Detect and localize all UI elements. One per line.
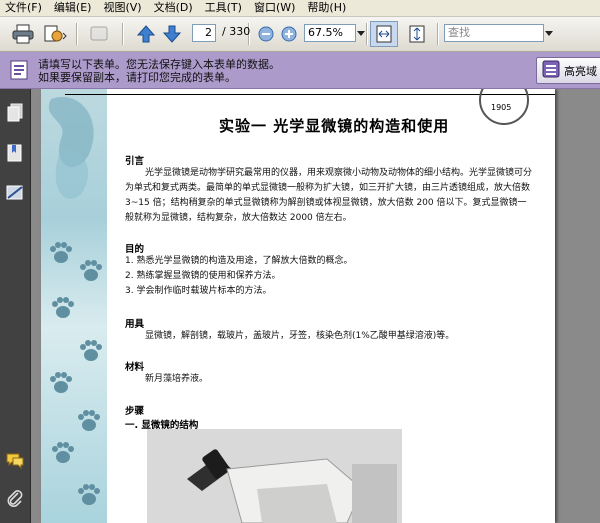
- search-input[interactable]: 查找: [444, 24, 544, 42]
- section-heading-tools: 用具: [125, 319, 145, 330]
- zoom-in-icon[interactable]: [279, 22, 299, 46]
- toolbar-separator: [76, 23, 78, 45]
- menu-document[interactable]: 文档(D): [149, 0, 200, 16]
- microscope-photo: [147, 429, 402, 523]
- decorative-pattern-icon: [48, 97, 94, 199]
- paw-print-icon: [50, 242, 72, 263]
- form-icon: [10, 60, 28, 83]
- goal-item: 2. 熟练掌握显微镜的使用和保养方法。: [125, 271, 281, 281]
- pages-panel-icon[interactable]: [5, 103, 25, 123]
- paw-print-icon: [80, 340, 102, 361]
- paw-print-icon: [78, 410, 100, 431]
- fit-page-icon[interactable]: [404, 22, 430, 46]
- collaborate-icon[interactable]: [42, 22, 70, 46]
- highlight-fields-label: 高亮域: [564, 64, 597, 78]
- menu-window[interactable]: 窗口(W): [249, 0, 302, 16]
- paw-print-icon: [80, 260, 102, 281]
- zoom-dropdown-icon[interactable]: [356, 22, 366, 46]
- left-navigation-panel: [0, 89, 31, 523]
- material-paragraph: 新月藻培养液。: [145, 374, 209, 384]
- menu-view[interactable]: 视图(V): [98, 0, 148, 16]
- zoom-input[interactable]: 67.5%: [304, 24, 356, 42]
- toolbar-separator: [122, 23, 124, 45]
- toolbar-separator: [366, 23, 368, 45]
- university-seal: 1905: [479, 89, 529, 125]
- attachments-panel-icon[interactable]: [5, 489, 25, 509]
- search-dropdown-icon[interactable]: [544, 22, 554, 46]
- paw-print-icon: [52, 297, 74, 318]
- decorative-border: [41, 89, 107, 523]
- paw-print-icon: [50, 372, 72, 393]
- section-heading-steps: 步骤: [125, 406, 145, 417]
- menu-edit[interactable]: 编辑(E): [49, 0, 99, 16]
- page-number-input[interactable]: 2: [192, 24, 216, 42]
- tools-paragraph: 显微镜，解剖镜，载玻片，盖玻片，牙签，核染色剂(1%乙酸甲基绿溶液)等。: [145, 331, 455, 341]
- section-heading-intro: 引言: [125, 156, 145, 167]
- document-title: 实验一 光学显微镜的构造和使用: [219, 117, 450, 135]
- goal-item: 1. 熟悉光学显微镜的构造及用途，了解放大倍数的概念。: [125, 256, 353, 266]
- zoom-out-icon[interactable]: [256, 22, 276, 46]
- seal-year: 1905: [491, 103, 512, 112]
- page-total: / 330: [222, 25, 251, 38]
- form-notification-bar: 请填写以下表单。您无法保存键入本表单的数据。 如果要保留副本，请打印您完成的表单…: [0, 52, 600, 89]
- comments-panel-icon[interactable]: [5, 451, 25, 471]
- menu-file[interactable]: 文件(F): [0, 0, 49, 16]
- hand-tool-icon[interactable]: [86, 22, 112, 46]
- print-icon[interactable]: [10, 22, 36, 46]
- form-message: 请填写以下表单。您无法保存键入本表单的数据。 如果要保留副本，请打印您完成的表单…: [38, 58, 280, 84]
- menu-tools[interactable]: 工具(T): [200, 0, 249, 16]
- next-page-icon[interactable]: [160, 22, 184, 46]
- highlight-icon: [542, 60, 560, 81]
- microscope-image-icon: [147, 429, 402, 523]
- highlight-fields-button[interactable]: 高亮域: [536, 57, 600, 84]
- fit-width-icon[interactable]: [370, 21, 398, 47]
- menu-bar: 文件(F) 编辑(E) 视图(V) 文档(D) 工具(T) 窗口(W) 帮助(H…: [0, 0, 600, 17]
- signatures-panel-icon[interactable]: [5, 183, 25, 203]
- paw-print-icon: [52, 442, 74, 463]
- pdf-page: 1905 实验一 光学显微镜的构造和使用 引言 光学显微镜是动物学研究最常用的仪…: [41, 89, 555, 523]
- section-heading-goal: 目的: [125, 244, 145, 255]
- bookmarks-panel-icon[interactable]: [5, 143, 25, 163]
- previous-page-icon[interactable]: [134, 22, 158, 46]
- menu-help[interactable]: 帮助(H): [302, 0, 353, 16]
- document-viewport[interactable]: 1905 实验一 光学显微镜的构造和使用 引言 光学显微镜是动物学研究最常用的仪…: [31, 89, 600, 523]
- section-heading-material: 材料: [125, 362, 145, 373]
- goal-item: 3. 学会制作临时载玻片标本的方法。: [125, 286, 272, 296]
- form-message-line1: 请填写以下表单。您无法保存键入本表单的数据。: [38, 58, 280, 71]
- form-message-line2: 如果要保留副本，请打印您完成的表单。: [38, 71, 236, 84]
- toolbar-separator: [437, 23, 439, 45]
- paw-print-icon: [78, 484, 100, 505]
- intro-paragraph: 光学显微镜是动物学研究最常用的仪器，用来观察微小动物及动物体的细小结构。光学显微…: [125, 168, 533, 223]
